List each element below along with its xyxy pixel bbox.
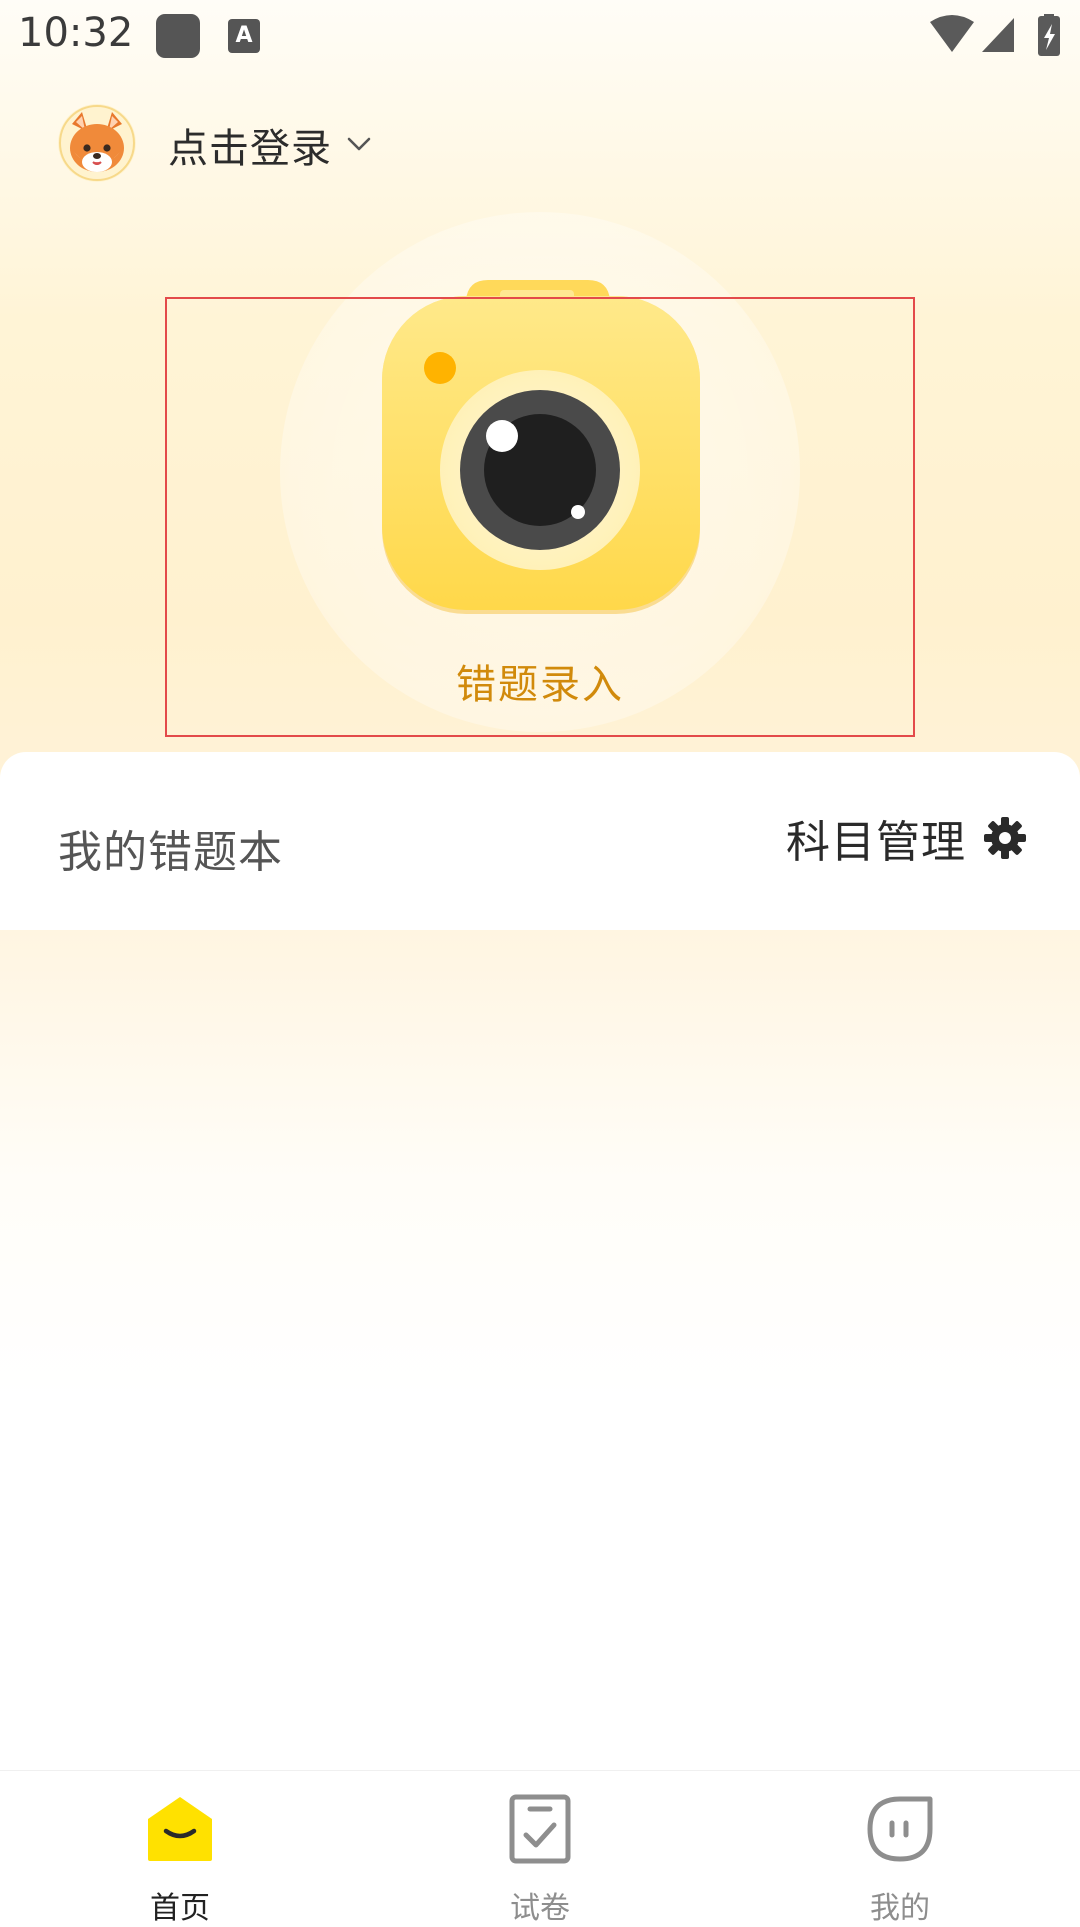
login-label[interactable]: 点击登录 xyxy=(168,116,332,174)
tab-mine-label: 我的 xyxy=(870,1891,930,1926)
gear-icon xyxy=(984,817,1026,859)
tab-home[interactable]: 首页 xyxy=(80,1771,280,1926)
avatar[interactable] xyxy=(58,104,136,182)
profile-face-icon xyxy=(867,1796,933,1862)
chevron-down-icon[interactable] xyxy=(343,128,375,160)
card-title: 我的错题本 xyxy=(58,827,283,878)
tab-mine[interactable]: 我的 xyxy=(800,1771,1000,1926)
tab-home-label: 首页 xyxy=(150,1891,210,1926)
wrong-question-book-card: 我的错题本 科目管理 xyxy=(0,752,1080,930)
status-time: 10:32 xyxy=(18,10,134,56)
status-indicators xyxy=(930,14,1060,56)
bottom-navigation: 首页 试卷 我的 xyxy=(0,1770,1080,1926)
status-bar: 10:32 A xyxy=(0,0,1080,72)
tab-exam-paper-label: 试卷 xyxy=(510,1891,570,1926)
exam-paper-icon xyxy=(509,1794,571,1864)
notification-app-icon xyxy=(156,14,200,58)
record-wrong-question-label: 错题录入 xyxy=(456,662,624,708)
wifi-icon xyxy=(930,15,974,52)
battery-charging-icon xyxy=(1038,14,1060,56)
tab-exam-paper[interactable]: 试卷 xyxy=(440,1771,640,1926)
home-icon xyxy=(148,1797,212,1861)
cellular-signal-icon xyxy=(982,18,1014,52)
notification-a-icon: A xyxy=(228,19,260,53)
subject-manage-label: 科目管理 xyxy=(786,817,966,868)
subject-manage-button[interactable]: 科目管理 xyxy=(786,810,1028,868)
fox-avatar-icon xyxy=(58,104,136,182)
